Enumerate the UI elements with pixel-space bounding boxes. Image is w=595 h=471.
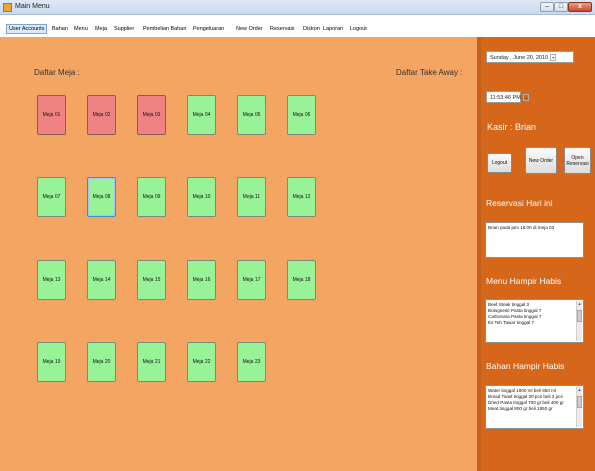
table-button-21[interactable]: Meja 21	[137, 342, 166, 382]
reservasi-title: Reservasi Hari ini	[486, 198, 553, 208]
bahan-habis-title: Bahan Hampir Habis	[486, 361, 565, 371]
menu-logout[interactable]: Logout	[350, 26, 367, 32]
logout-button[interactable]: Logout	[487, 153, 512, 173]
table-button-11[interactable]: Meja 11	[237, 177, 266, 217]
kasir-label: Kasir : Brian	[487, 122, 537, 132]
bahan-habis-list[interactable]: Water tinggal 1900 ml beli 850 ml Bread …	[485, 385, 584, 429]
menu-habis-list[interactable]: Beef Steak tinggal 3 Bolognese Pasta tin…	[485, 299, 584, 343]
window-title: Main Menu	[15, 3, 50, 10]
date-picker[interactable]: Sunday , June 20, 2010 ▾	[486, 51, 574, 63]
menu-diskon[interactable]: Diskon	[303, 26, 320, 32]
minimize-button[interactable]: –	[540, 2, 554, 12]
scrollbar[interactable]: ▲	[576, 387, 582, 427]
menu-user-accounts[interactable]: User Accounts	[6, 24, 48, 34]
open-reservasi-button[interactable]: Open Reservasi	[564, 147, 591, 174]
table-button-04[interactable]: Meja 04	[187, 95, 216, 135]
menu-new-order[interactable]: New Order	[236, 26, 263, 32]
reservasi-textbox[interactable]: Brian pada jam 16:00 di meja 03	[485, 222, 584, 258]
table-button-05[interactable]: Meja 05	[237, 95, 266, 135]
table-button-15[interactable]: Meja 15	[137, 260, 166, 300]
menu-meja[interactable]: Meja	[95, 26, 107, 32]
table-button-13[interactable]: Meja 13	[37, 260, 66, 300]
table-button-20[interactable]: Meja 20	[87, 342, 116, 382]
title-bar: Main Menu – □ x	[0, 0, 595, 15]
menu-pengeluaran[interactable]: Pengeluaran	[193, 26, 224, 32]
table-button-08[interactable]: Meja 08	[87, 177, 116, 217]
menu-reservasi[interactable]: Reservasi	[270, 26, 294, 32]
menu-habis-title: Menu Hampir Habis	[486, 276, 562, 286]
time-value: 11:53:46 PM	[490, 94, 521, 101]
menu-bahan[interactable]: Bahan	[52, 26, 68, 32]
menu-supplier[interactable]: Supplier	[114, 26, 134, 32]
scroll-thumb[interactable]	[577, 396, 582, 408]
app-icon	[3, 3, 12, 12]
table-button-09[interactable]: Meja 09	[137, 177, 166, 217]
table-button-16[interactable]: Meja 16	[187, 260, 216, 300]
close-button[interactable]: x	[568, 2, 592, 12]
scrollbar[interactable]: ▲	[576, 301, 582, 341]
menu-laporan[interactable]: Laporan	[323, 26, 343, 32]
calendar-dropdown-icon[interactable]: ▾	[550, 54, 557, 61]
menu-menu[interactable]: Menu	[74, 26, 88, 32]
table-button-01[interactable]: Meja 01	[37, 95, 66, 135]
maximize-button[interactable]: □	[554, 2, 568, 12]
table-button-18[interactable]: Meja 18	[287, 260, 316, 300]
daftar-meja-label: Daftar Meja :	[34, 68, 80, 77]
table-button-14[interactable]: Meja 14	[87, 260, 116, 300]
time-picker[interactable]: 11:53:46 PM ▴	[486, 91, 529, 103]
new-order-button[interactable]: New Order	[525, 147, 557, 174]
scroll-thumb[interactable]	[577, 310, 582, 322]
table-button-23[interactable]: Meja 23	[237, 342, 266, 382]
time-spinner-icon[interactable]: ▴	[522, 94, 529, 101]
daftar-takeaway-label: Daftar Take Away :	[396, 68, 463, 77]
table-button-12[interactable]: Meja 12	[287, 177, 316, 217]
table-button-06[interactable]: Meja 06	[287, 95, 316, 135]
table-button-19[interactable]: Meja 19	[37, 342, 66, 382]
table-button-03[interactable]: Meja 03	[137, 95, 166, 135]
table-button-22[interactable]: Meja 22	[187, 342, 216, 382]
table-button-02[interactable]: Meja 02	[87, 95, 116, 135]
scroll-up-icon[interactable]: ▲	[577, 387, 582, 393]
menu-bar: User Accounts Bahan Menu Meja Supplier P…	[0, 16, 595, 37]
list-item: Es Teh Tawar tinggal 7	[488, 320, 535, 325]
table-button-07[interactable]: Meja 07	[37, 177, 66, 217]
table-button-10[interactable]: Meja 10	[187, 177, 216, 217]
table-button-17[interactable]: Meja 17	[237, 260, 266, 300]
menu-pembelian-bahan[interactable]: Pembelian Bahan	[143, 26, 186, 32]
list-item: Meat tinggal 800 gr beli 1950 gr	[488, 406, 553, 411]
date-value: Sunday , June 20, 2010	[490, 54, 549, 61]
reservasi-text: Brian pada jam 16:00 di meja 03	[488, 225, 555, 230]
scroll-up-icon[interactable]: ▲	[577, 301, 582, 307]
